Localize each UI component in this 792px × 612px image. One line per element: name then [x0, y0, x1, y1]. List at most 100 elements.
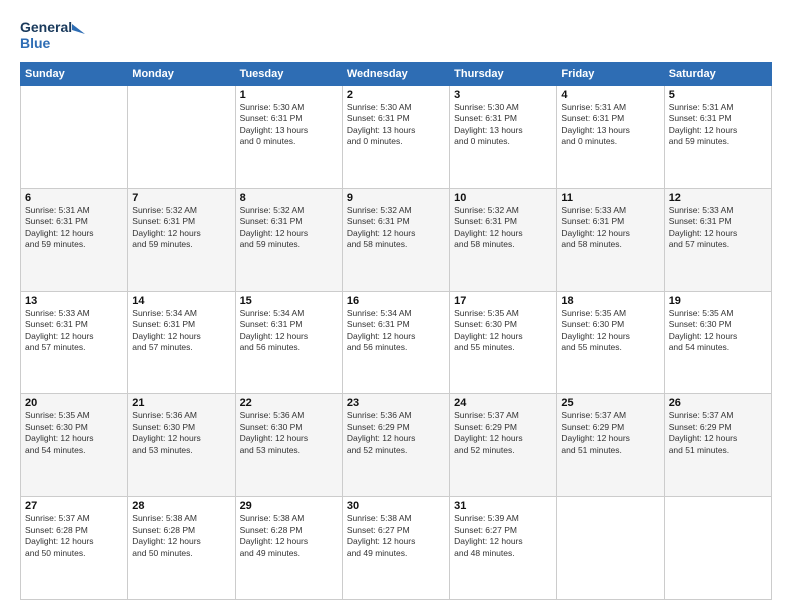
calendar-day-cell: 29Sunrise: 5:38 AM Sunset: 6:28 PM Dayli…	[235, 497, 342, 600]
day-number: 18	[561, 295, 659, 307]
day-number: 3	[454, 89, 552, 101]
calendar-day-cell: 21Sunrise: 5:36 AM Sunset: 6:30 PM Dayli…	[128, 394, 235, 497]
calendar-week-row: 1Sunrise: 5:30 AM Sunset: 6:31 PM Daylig…	[21, 86, 772, 189]
calendar-day-cell: 20Sunrise: 5:35 AM Sunset: 6:30 PM Dayli…	[21, 394, 128, 497]
calendar-day-cell: 11Sunrise: 5:33 AM Sunset: 6:31 PM Dayli…	[557, 188, 664, 291]
day-info: Sunrise: 5:31 AM Sunset: 6:31 PM Dayligh…	[669, 102, 767, 148]
day-number: 8	[240, 192, 338, 204]
day-number: 2	[347, 89, 445, 101]
calendar-day-cell: 8Sunrise: 5:32 AM Sunset: 6:31 PM Daylig…	[235, 188, 342, 291]
day-number: 6	[25, 192, 123, 204]
calendar-day-cell: 24Sunrise: 5:37 AM Sunset: 6:29 PM Dayli…	[450, 394, 557, 497]
calendar-day-cell: 27Sunrise: 5:37 AM Sunset: 6:28 PM Dayli…	[21, 497, 128, 600]
svg-text:General: General	[20, 19, 72, 35]
weekday-header-cell: Friday	[557, 63, 664, 86]
day-info: Sunrise: 5:31 AM Sunset: 6:31 PM Dayligh…	[25, 205, 123, 251]
calendar-day-cell: 4Sunrise: 5:31 AM Sunset: 6:31 PM Daylig…	[557, 86, 664, 189]
calendar-day-cell: 15Sunrise: 5:34 AM Sunset: 6:31 PM Dayli…	[235, 291, 342, 394]
calendar-week-row: 13Sunrise: 5:33 AM Sunset: 6:31 PM Dayli…	[21, 291, 772, 394]
day-number: 21	[132, 397, 230, 409]
day-number: 11	[561, 192, 659, 204]
weekday-header-cell: Tuesday	[235, 63, 342, 86]
day-number: 30	[347, 500, 445, 512]
day-number: 23	[347, 397, 445, 409]
day-info: Sunrise: 5:37 AM Sunset: 6:29 PM Dayligh…	[669, 410, 767, 456]
day-info: Sunrise: 5:38 AM Sunset: 6:27 PM Dayligh…	[347, 513, 445, 559]
day-number: 7	[132, 192, 230, 204]
day-info: Sunrise: 5:33 AM Sunset: 6:31 PM Dayligh…	[669, 205, 767, 251]
day-info: Sunrise: 5:34 AM Sunset: 6:31 PM Dayligh…	[240, 308, 338, 354]
calendar-week-row: 6Sunrise: 5:31 AM Sunset: 6:31 PM Daylig…	[21, 188, 772, 291]
weekday-header-cell: Thursday	[450, 63, 557, 86]
day-number: 24	[454, 397, 552, 409]
day-info: Sunrise: 5:36 AM Sunset: 6:29 PM Dayligh…	[347, 410, 445, 456]
day-number: 19	[669, 295, 767, 307]
svg-text:Blue: Blue	[20, 35, 51, 51]
day-info: Sunrise: 5:39 AM Sunset: 6:27 PM Dayligh…	[454, 513, 552, 559]
calendar-day-cell: 2Sunrise: 5:30 AM Sunset: 6:31 PM Daylig…	[342, 86, 449, 189]
calendar-day-cell: 19Sunrise: 5:35 AM Sunset: 6:30 PM Dayli…	[664, 291, 771, 394]
day-number: 14	[132, 295, 230, 307]
day-number: 1	[240, 89, 338, 101]
weekday-header-cell: Monday	[128, 63, 235, 86]
calendar-day-cell: 22Sunrise: 5:36 AM Sunset: 6:30 PM Dayli…	[235, 394, 342, 497]
day-info: Sunrise: 5:30 AM Sunset: 6:31 PM Dayligh…	[454, 102, 552, 148]
day-number: 4	[561, 89, 659, 101]
day-info: Sunrise: 5:36 AM Sunset: 6:30 PM Dayligh…	[240, 410, 338, 456]
weekday-header-cell: Sunday	[21, 63, 128, 86]
calendar-day-cell: 31Sunrise: 5:39 AM Sunset: 6:27 PM Dayli…	[450, 497, 557, 600]
day-number: 26	[669, 397, 767, 409]
day-info: Sunrise: 5:32 AM Sunset: 6:31 PM Dayligh…	[132, 205, 230, 251]
day-number: 17	[454, 295, 552, 307]
day-info: Sunrise: 5:33 AM Sunset: 6:31 PM Dayligh…	[561, 205, 659, 251]
day-info: Sunrise: 5:37 AM Sunset: 6:29 PM Dayligh…	[454, 410, 552, 456]
day-info: Sunrise: 5:38 AM Sunset: 6:28 PM Dayligh…	[240, 513, 338, 559]
day-info: Sunrise: 5:30 AM Sunset: 6:31 PM Dayligh…	[240, 102, 338, 148]
day-number: 13	[25, 295, 123, 307]
day-number: 29	[240, 500, 338, 512]
logo-svg: GeneralBlue	[20, 16, 90, 54]
calendar-week-row: 20Sunrise: 5:35 AM Sunset: 6:30 PM Dayli…	[21, 394, 772, 497]
day-number: 31	[454, 500, 552, 512]
calendar-day-cell: 3Sunrise: 5:30 AM Sunset: 6:31 PM Daylig…	[450, 86, 557, 189]
day-info: Sunrise: 5:32 AM Sunset: 6:31 PM Dayligh…	[454, 205, 552, 251]
calendar-day-cell: 17Sunrise: 5:35 AM Sunset: 6:30 PM Dayli…	[450, 291, 557, 394]
day-info: Sunrise: 5:35 AM Sunset: 6:30 PM Dayligh…	[25, 410, 123, 456]
calendar-day-cell: 14Sunrise: 5:34 AM Sunset: 6:31 PM Dayli…	[128, 291, 235, 394]
calendar-day-cell: 25Sunrise: 5:37 AM Sunset: 6:29 PM Dayli…	[557, 394, 664, 497]
day-number: 22	[240, 397, 338, 409]
day-number: 15	[240, 295, 338, 307]
calendar-day-cell: 26Sunrise: 5:37 AM Sunset: 6:29 PM Dayli…	[664, 394, 771, 497]
calendar-day-cell: 13Sunrise: 5:33 AM Sunset: 6:31 PM Dayli…	[21, 291, 128, 394]
calendar-day-cell	[128, 86, 235, 189]
calendar-day-cell: 10Sunrise: 5:32 AM Sunset: 6:31 PM Dayli…	[450, 188, 557, 291]
calendar-day-cell: 28Sunrise: 5:38 AM Sunset: 6:28 PM Dayli…	[128, 497, 235, 600]
day-number: 16	[347, 295, 445, 307]
calendar-day-cell: 5Sunrise: 5:31 AM Sunset: 6:31 PM Daylig…	[664, 86, 771, 189]
day-info: Sunrise: 5:31 AM Sunset: 6:31 PM Dayligh…	[561, 102, 659, 148]
day-info: Sunrise: 5:37 AM Sunset: 6:29 PM Dayligh…	[561, 410, 659, 456]
calendar-day-cell	[557, 497, 664, 600]
calendar-day-cell	[664, 497, 771, 600]
weekday-header-cell: Wednesday	[342, 63, 449, 86]
day-info: Sunrise: 5:35 AM Sunset: 6:30 PM Dayligh…	[454, 308, 552, 354]
day-info: Sunrise: 5:34 AM Sunset: 6:31 PM Dayligh…	[347, 308, 445, 354]
calendar-day-cell: 6Sunrise: 5:31 AM Sunset: 6:31 PM Daylig…	[21, 188, 128, 291]
day-info: Sunrise: 5:30 AM Sunset: 6:31 PM Dayligh…	[347, 102, 445, 148]
day-number: 5	[669, 89, 767, 101]
day-info: Sunrise: 5:36 AM Sunset: 6:30 PM Dayligh…	[132, 410, 230, 456]
calendar-day-cell: 12Sunrise: 5:33 AM Sunset: 6:31 PM Dayli…	[664, 188, 771, 291]
calendar-day-cell: 9Sunrise: 5:32 AM Sunset: 6:31 PM Daylig…	[342, 188, 449, 291]
day-number: 25	[561, 397, 659, 409]
logo: GeneralBlue	[20, 16, 90, 54]
calendar-table: SundayMondayTuesdayWednesdayThursdayFrid…	[20, 62, 772, 600]
calendar-body: 1Sunrise: 5:30 AM Sunset: 6:31 PM Daylig…	[21, 86, 772, 600]
day-number: 12	[669, 192, 767, 204]
day-number: 27	[25, 500, 123, 512]
calendar-day-cell	[21, 86, 128, 189]
day-number: 10	[454, 192, 552, 204]
header: GeneralBlue	[20, 16, 772, 54]
day-info: Sunrise: 5:38 AM Sunset: 6:28 PM Dayligh…	[132, 513, 230, 559]
day-info: Sunrise: 5:32 AM Sunset: 6:31 PM Dayligh…	[347, 205, 445, 251]
calendar-day-cell: 7Sunrise: 5:32 AM Sunset: 6:31 PM Daylig…	[128, 188, 235, 291]
